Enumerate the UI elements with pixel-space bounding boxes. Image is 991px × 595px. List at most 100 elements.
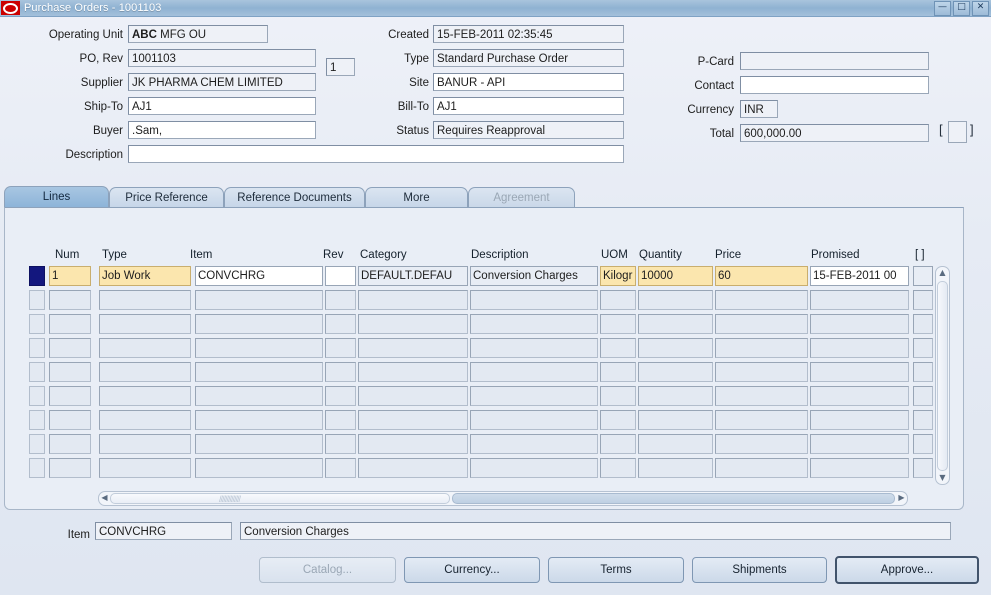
cell-dff[interactable] [913,362,933,382]
cell-rev[interactable] [325,314,356,334]
cell-num[interactable] [49,458,91,478]
lines-hscroll-track-right[interactable] [452,493,895,504]
cell-type[interactable] [99,362,191,382]
contact-field[interactable] [740,76,929,94]
cell-description[interactable] [470,314,598,334]
cell-quantity[interactable] [638,290,713,310]
cell-num[interactable] [49,410,91,430]
footer-item-description-field[interactable]: Conversion Charges [240,522,951,540]
cell-promised[interactable]: 15-FEB-2011 00 [810,266,909,286]
pcard-field[interactable] [740,52,929,70]
cell-price[interactable]: 60 [715,266,808,286]
cell-description[interactable]: Conversion Charges [470,266,598,286]
cell-item[interactable]: CONVCHRG [195,266,323,286]
shipments-button[interactable]: Shipments [692,557,827,583]
minimize-icon[interactable]: — [934,1,951,16]
lines-vscroll-thumb[interactable] [937,281,948,471]
cell-item[interactable] [195,410,323,430]
cell-category[interactable] [358,386,468,406]
cell-dff[interactable] [913,458,933,478]
site-field[interactable]: BANUR - API [433,73,624,91]
scroll-right-arrow-icon[interactable]: ▶ [896,492,907,505]
cell-dff[interactable] [913,410,933,430]
cell-dff[interactable] [913,338,933,358]
cell-description[interactable] [470,362,598,382]
row-selector[interactable] [29,458,45,478]
cell-description[interactable] [470,290,598,310]
status-field[interactable]: Requires Reapproval [433,121,624,139]
cell-dff[interactable] [913,434,933,454]
footer-item-code-field[interactable]: CONVCHRG [95,522,232,540]
operating-unit-field[interactable]: ABC MFG OU [128,25,268,43]
cell-price[interactable] [715,362,808,382]
cell-price[interactable] [715,410,808,430]
cell-num[interactable] [49,290,91,310]
cell-category[interactable] [358,314,468,334]
cell-category[interactable] [358,434,468,454]
cell-promised[interactable] [810,434,909,454]
row-selector[interactable] [29,314,45,334]
terms-button[interactable]: Terms [548,557,684,583]
row-selector[interactable] [29,434,45,454]
cell-num[interactable] [49,362,91,382]
cell-item[interactable] [195,458,323,478]
po-number-field[interactable]: 1001103 [128,49,316,67]
row-selector[interactable] [29,338,45,358]
cell-type[interactable] [99,458,191,478]
close-icon[interactable]: ✕ [972,1,989,16]
cell-item[interactable] [195,290,323,310]
cell-price[interactable] [715,290,808,310]
cell-num[interactable]: 1 [49,266,91,286]
cell-quantity[interactable] [638,314,713,334]
total-dff-button[interactable] [948,121,967,143]
cell-rev[interactable] [325,266,356,286]
cell-item[interactable] [195,434,323,454]
scroll-left-arrow-icon[interactable]: ◀ [99,492,110,505]
cell-price[interactable] [715,314,808,334]
ship-to-field[interactable]: AJ1 [128,97,316,115]
cell-promised[interactable] [810,290,909,310]
bill-to-field[interactable]: AJ1 [433,97,624,115]
description-field[interactable] [128,145,624,163]
created-field[interactable]: 15-FEB-2011 02:35:45 [433,25,624,43]
cell-uom[interactable]: Kilogr [600,266,636,286]
cell-item[interactable] [195,362,323,382]
cell-uom[interactable] [600,362,636,382]
cell-promised[interactable] [810,362,909,382]
cell-rev[interactable] [325,338,356,358]
scroll-down-arrow-icon[interactable]: ▼ [936,472,949,484]
cell-rev[interactable] [325,386,356,406]
cell-uom[interactable] [600,338,636,358]
type-field[interactable]: Standard Purchase Order [433,49,624,67]
cell-type[interactable] [99,290,191,310]
cell-dff[interactable] [913,386,933,406]
maximize-icon[interactable]: □ [953,1,970,16]
cell-promised[interactable] [810,314,909,334]
currency-field[interactable]: INR [740,100,778,118]
tab-lines[interactable]: Lines [4,186,109,208]
cell-quantity[interactable] [638,458,713,478]
cell-quantity[interactable] [638,434,713,454]
cell-type[interactable] [99,410,191,430]
row-selector[interactable] [29,290,45,310]
cell-description[interactable] [470,410,598,430]
cell-item[interactable] [195,386,323,406]
cell-category[interactable] [358,458,468,478]
tab-reference-documents[interactable]: Reference Documents [224,187,365,208]
cell-num[interactable] [49,314,91,334]
row-selector[interactable] [29,410,45,430]
cell-description[interactable] [470,338,598,358]
cell-quantity[interactable] [638,386,713,406]
cell-num[interactable] [49,338,91,358]
cell-promised[interactable] [810,410,909,430]
cell-rev[interactable] [325,434,356,454]
scroll-up-arrow-icon[interactable]: ▲ [936,267,949,279]
cell-type[interactable] [99,434,191,454]
tab-more[interactable]: More [365,187,468,208]
lines-hscroll-thumb[interactable]: ////////////// [110,493,450,504]
cell-dff[interactable] [913,266,933,286]
lines-vertical-scrollbar[interactable]: ▲ ▼ [935,266,950,485]
cell-description[interactable] [470,458,598,478]
cell-quantity[interactable] [638,338,713,358]
cell-type[interactable]: Job Work [99,266,191,286]
